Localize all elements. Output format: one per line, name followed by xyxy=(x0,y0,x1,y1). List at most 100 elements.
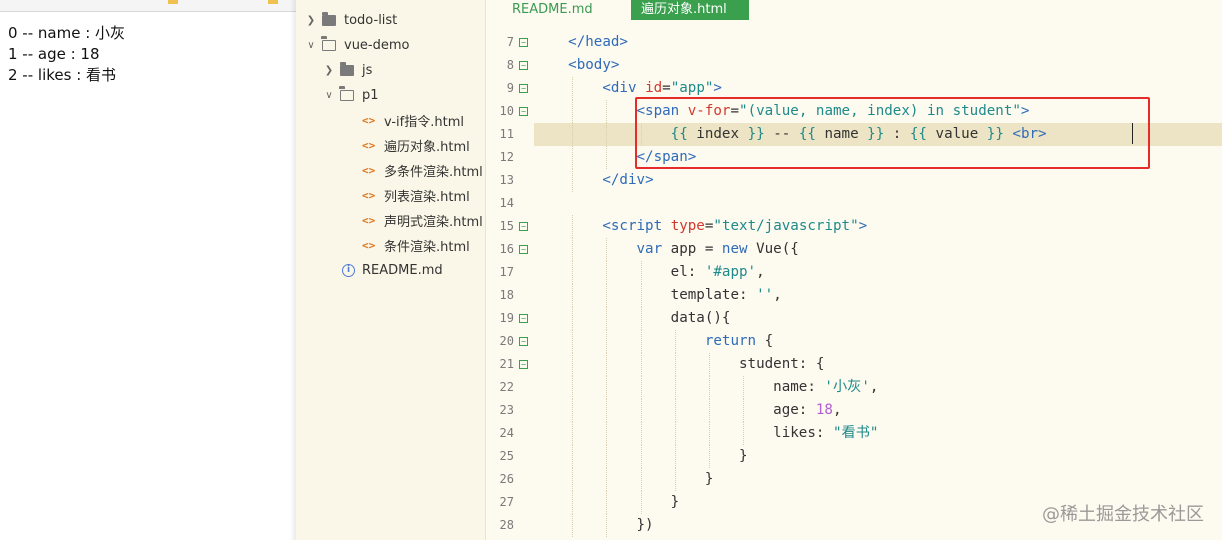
fold-toggle-icon[interactable]: − xyxy=(519,61,528,70)
tree-item-file[interactable]: <> 多条件渲染.html xyxy=(362,158,483,183)
tree-item-file[interactable]: <> v-if指令.html xyxy=(362,108,464,133)
line-number: 24 xyxy=(486,422,532,445)
preview-line: 2 -- likes : 看书 xyxy=(8,66,117,84)
line-number-text: 14 xyxy=(499,196,514,210)
chevron-down-icon[interactable]: ∨ xyxy=(322,90,336,101)
preview-line: 0 -- name : 小灰 xyxy=(8,24,126,42)
line-number: 15− xyxy=(486,215,532,238)
code-line[interactable]: var app = new Vue({ xyxy=(534,238,1222,261)
code-text: return { xyxy=(704,333,774,349)
code-text: var app = new Vue({ xyxy=(636,241,799,257)
line-number-text: 15 xyxy=(499,219,514,233)
line-number-text: 11 xyxy=(499,127,514,141)
tree-item-label: 多条件渲染.html xyxy=(384,165,483,180)
fold-toggle-icon[interactable]: − xyxy=(519,38,528,47)
tree-item-file[interactable]: <> 遍历对象.html xyxy=(362,133,470,158)
tree-item-todo-list[interactable]: ❯ todo-list xyxy=(304,8,397,33)
code-text: data(){ xyxy=(534,310,731,326)
fold-toggle-icon[interactable]: − xyxy=(519,337,528,346)
code-line[interactable]: student: { xyxy=(534,353,1222,376)
code-text: } xyxy=(534,471,714,487)
code-text: student: { xyxy=(534,356,825,372)
line-number: 23 xyxy=(486,399,532,422)
code-line[interactable]: <body> xyxy=(534,54,1222,77)
code-line[interactable]: <script type="text/javascript"> xyxy=(534,215,1222,238)
tree-item-js[interactable]: ❯ js xyxy=(322,58,372,83)
line-number: 28 xyxy=(486,514,532,537)
line-number: 8− xyxy=(486,54,532,77)
line-number: 26 xyxy=(486,468,532,491)
editor-tab-bar: README.md 遍历对象.html xyxy=(486,0,1222,20)
tree-item-label: 声明式渲染.html xyxy=(384,215,483,230)
fold-toggle-icon[interactable]: − xyxy=(519,84,528,93)
line-number-text: 26 xyxy=(499,472,514,486)
tree-item-file[interactable]: <> 声明式渲染.html xyxy=(362,208,483,233)
code-line[interactable]: template: '', xyxy=(534,284,1222,307)
line-number-text: 17 xyxy=(499,265,514,279)
line-number-text: 10 xyxy=(499,104,514,118)
code-line[interactable]: data(){ xyxy=(534,307,1222,330)
code-text: <script type="text/javascript"> xyxy=(602,218,868,234)
preview-toolbar xyxy=(0,0,296,12)
fold-toggle-icon[interactable]: − xyxy=(519,107,528,116)
code-text: }) xyxy=(534,517,654,533)
line-number-text: 12 xyxy=(499,150,514,164)
code-line[interactable]: name: '小灰', xyxy=(534,376,1222,399)
code-file-icon: <> xyxy=(362,139,376,152)
line-number: 12 xyxy=(486,146,532,169)
tree-item-label: 列表渲染.html xyxy=(384,190,470,205)
line-number: 7− xyxy=(486,31,532,54)
tree-item-label: 遍历对象.html xyxy=(384,140,470,155)
line-number-text: 28 xyxy=(499,518,514,532)
code-text: } xyxy=(534,494,680,510)
code-line[interactable]: } xyxy=(534,445,1222,468)
tab-active-file[interactable]: 遍历对象.html xyxy=(631,0,749,20)
chevron-right-icon[interactable]: ❯ xyxy=(322,65,336,76)
code-line[interactable]: age: 18, xyxy=(534,399,1222,422)
code-line[interactable]: return { xyxy=(534,330,1222,353)
code-text: <div id="app"> xyxy=(602,80,722,96)
code-text: age: 18, xyxy=(534,402,842,418)
fold-toggle-icon[interactable]: − xyxy=(519,245,528,254)
preview-output: 0 -- name : 小灰 1 -- age : 18 2 -- likes … xyxy=(0,12,296,86)
code-line[interactable] xyxy=(534,192,1222,215)
line-number: 21− xyxy=(486,353,532,376)
chevron-right-icon[interactable]: ❯ xyxy=(304,15,318,26)
code-text: } xyxy=(534,448,748,464)
code-line[interactable]: </div> xyxy=(534,169,1222,192)
line-number-text: 19 xyxy=(499,311,514,325)
tree-item-file[interactable]: <> 列表渲染.html xyxy=(362,183,470,208)
tree-item-readme[interactable]: i README.md xyxy=(342,258,443,283)
line-number-text: 18 xyxy=(499,288,514,302)
chevron-down-icon[interactable]: ∨ xyxy=(304,40,318,51)
line-number: 16− xyxy=(486,238,532,261)
tree-item-label: p1 xyxy=(362,88,379,103)
line-number-text: 8 xyxy=(506,58,514,72)
line-number: 19− xyxy=(486,307,532,330)
tree-item-file[interactable]: <> 条件渲染.html xyxy=(362,233,470,258)
fold-toggle-icon[interactable]: − xyxy=(519,222,528,231)
line-number-text: 16 xyxy=(499,242,514,256)
fold-toggle-icon[interactable]: − xyxy=(519,314,528,323)
line-number: 11 xyxy=(486,123,532,146)
code-text: el: '#app', xyxy=(534,264,765,280)
code-file-icon: <> xyxy=(362,214,376,227)
line-number-text: 7 xyxy=(506,35,514,49)
code-line[interactable]: } xyxy=(534,468,1222,491)
tab-readme[interactable]: README.md xyxy=(502,0,603,20)
code-line[interactable]: likes: "看书" xyxy=(534,422,1222,445)
code-text: </head> xyxy=(568,34,628,50)
code-line[interactable]: </head> xyxy=(534,31,1222,54)
tree-item-vue-demo[interactable]: ∨ vue-demo xyxy=(304,33,410,58)
fold-toggle-icon[interactable]: − xyxy=(519,360,528,369)
code-line[interactable]: el: '#app', xyxy=(534,261,1222,284)
line-number: 20− xyxy=(486,330,532,353)
tree-item-p1[interactable]: ∨ p1 xyxy=(322,83,379,108)
line-number: 25 xyxy=(486,445,532,468)
info-icon: i xyxy=(342,264,355,277)
preview-line: 1 -- age : 18 xyxy=(8,45,100,63)
tree-item-label: v-if指令.html xyxy=(384,115,464,130)
line-number: 9− xyxy=(486,77,532,100)
line-number: 18 xyxy=(486,284,532,307)
line-number-text: 27 xyxy=(499,495,514,509)
